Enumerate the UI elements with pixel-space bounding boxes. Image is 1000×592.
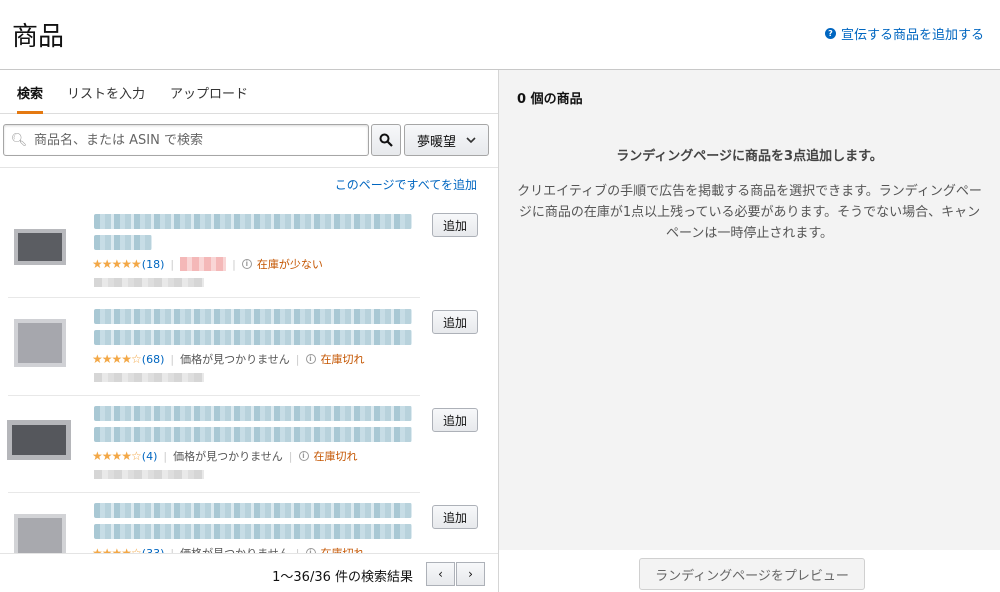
search-button[interactable] [371,124,401,156]
info-icon: i [305,354,316,364]
price-status: 価格が見つかりません [173,450,283,463]
item-divider [8,395,420,396]
tab-search[interactable]: 検索 [17,83,44,114]
add-products-help-link[interactable]: ? 宣伝する商品を追加する [824,24,984,43]
product-title-blurred [94,235,152,250]
add-product-button[interactable]: 追加 [432,505,478,529]
product-title-blurred [94,406,412,421]
add-product-button[interactable]: 追加 [432,408,478,432]
product-title-blurred [94,330,412,345]
product-asin-blurred [94,373,204,382]
add-product-button[interactable]: 追加 [432,310,478,334]
stock-status: 在庫切れ [313,450,358,463]
tab-enter-list[interactable]: リストを入力 [67,83,145,111]
product-item: ★★★★☆ (68) | 価格が見つかりません | i 在庫切れ [8,301,420,399]
help-link-label: 宣伝する商品を追加する [840,28,984,43]
empty-state-description: クリエイティブの手順で広告を掲載する商品を選択できます。ランディングページに商品… [517,184,982,241]
rating-count[interactable]: (18) [142,258,165,271]
product-meta: ★★★★☆ (68) | 価格が見つかりません | i 在庫切れ [92,352,365,366]
rating-count[interactable]: (4) [142,450,158,463]
add-all-on-page-link[interactable]: このページですべてを追加 [335,176,477,193]
rating-stars: ★★★★☆ [92,449,142,463]
product-title-blurred [94,503,412,518]
tab-bar: 検索 リストを入力 アップロード [0,70,498,114]
rating-stars: ★★★★☆ [92,352,142,366]
chevron-left-icon: ‹ [438,567,443,581]
tab-upload[interactable]: アップロード [170,83,248,111]
price-status: 価格が見つかりません [180,353,290,366]
empty-state-title: ランディングページに商品を3点追加します。 [616,149,883,164]
product-asin-blurred [94,470,204,479]
selected-count: 0 個の商品 [517,92,583,107]
item-divider [8,492,420,493]
search-row: 🔍︎ 夢暖望 [3,124,489,156]
chevron-right-icon: › [468,567,473,581]
rating-count[interactable]: (68) [142,353,165,366]
rating-stars: ★★★★★ [92,257,142,271]
stock-status: 在庫切れ [320,353,365,366]
preview-landing-page-button[interactable]: ランディングページをプレビュー [639,558,865,590]
magnifier-icon [379,133,393,147]
product-title-blurred [94,309,412,324]
product-search-panel: 検索 リストを入力 アップロード 🔍︎ 夢暖望 このページですべてを追加 [0,70,499,592]
product-title-blurred [94,427,412,442]
help-icon: ? [824,28,836,39]
product-meta: ★★★★★ (18) | | i 在庫が少ない [92,257,323,271]
product-thumbnail [10,313,72,373]
info-icon: i [298,451,309,461]
price-blurred [180,257,227,271]
results-count: 1〜36/36 件の検索結果 [272,570,413,585]
pagination-footer: 1〜36/36 件の検索結果 ‹ › [0,553,498,592]
product-item: ★★★★★ (18) | | i 在庫が少ない [8,204,420,302]
product-title-blurred [94,214,412,229]
divider [0,167,498,168]
page-header: 商品 ? 宣伝する商品を追加する [0,0,1000,70]
search-box: 🔍︎ [3,124,369,156]
preview-bar: ランディングページをプレビュー [499,550,1000,592]
sort-dropdown[interactable]: 夢暖望 [404,124,489,156]
product-thumbnail [8,411,70,471]
stock-status: 在庫が少ない [256,258,323,271]
add-product-button[interactable]: 追加 [432,213,478,237]
prev-page-button[interactable]: ‹ [426,562,455,586]
sort-label: 夢暖望 [416,134,456,150]
product-asin-blurred [94,278,204,287]
info-icon: i [241,259,252,269]
search-icon: 🔍︎ [10,132,28,148]
next-page-button[interactable]: › [456,562,485,586]
item-divider [8,297,420,298]
product-item: ★★★★☆ (4) | 価格が見つかりません | i 在庫切れ [8,399,420,497]
selected-products-panel: 0 個の商品 ランディングページに商品を3点追加します。 クリエイティブの手順で… [499,70,1000,592]
product-meta: ★★★★☆ (4) | 価格が見つかりません | i 在庫切れ [92,449,358,463]
search-input[interactable] [34,132,368,148]
page-title: 商品 [12,22,65,52]
product-thumbnail [10,219,72,279]
product-title-blurred [94,524,412,539]
chevron-down-icon [466,137,476,143]
